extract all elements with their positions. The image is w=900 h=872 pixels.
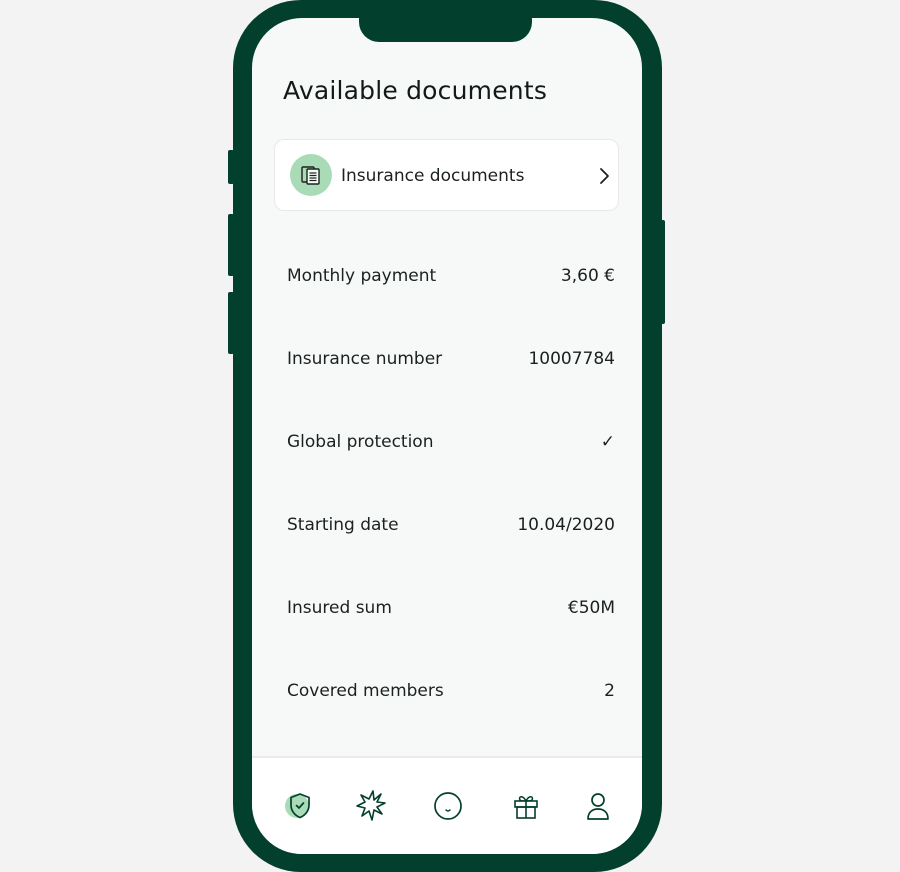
chevron-right-icon	[598, 166, 610, 190]
detail-row-insurance-number: Insurance number 10007784	[287, 317, 615, 400]
insurance-documents-label: Insurance documents	[341, 166, 525, 186]
gift-icon	[514, 796, 538, 819]
detail-row-monthly-payment: Monthly payment 3,60 €	[287, 234, 615, 317]
insurance-documents-button[interactable]: Insurance documents	[274, 139, 619, 211]
tab-policies[interactable]	[282, 788, 318, 824]
sparkle-icon	[356, 790, 386, 821]
detail-row-global-protection: Global protection ✓	[287, 400, 615, 483]
detail-value: €50M	[567, 598, 615, 618]
tab-profile[interactable]	[580, 788, 616, 824]
detail-label: Starting date	[287, 515, 399, 535]
detail-row-starting-date: Starting date 10.04/2020	[287, 483, 615, 566]
detail-row-insured-sum: Insured sum €50M	[287, 566, 615, 649]
detail-value: ✓	[600, 432, 615, 452]
policy-details-list: Monthly payment 3,60 € Insurance number …	[287, 234, 615, 732]
shield-check-icon	[285, 793, 310, 819]
detail-label: Monthly payment	[287, 266, 437, 286]
profile-icon	[587, 793, 609, 820]
tab-wellbeing[interactable]	[430, 788, 466, 824]
detail-label: Global protection	[287, 432, 434, 452]
detail-row-covered-members: Covered members 2	[287, 649, 615, 732]
tab-discover[interactable]	[353, 788, 389, 824]
page-title: Available documents	[283, 76, 548, 105]
bottom-tab-bar	[252, 756, 642, 854]
tab-rewards[interactable]	[508, 788, 544, 824]
detail-label: Insured sum	[287, 598, 392, 618]
detail-value: 3,60 €	[560, 266, 615, 286]
detail-value: 10007784	[528, 349, 615, 369]
documents-icon	[290, 154, 332, 196]
detail-label: Covered members	[287, 681, 444, 701]
detail-label: Insurance number	[287, 349, 443, 369]
smiley-icon	[434, 792, 462, 820]
detail-value: 10.04/2020	[517, 515, 615, 535]
app-screen: Available documents Insurance documents	[252, 18, 642, 854]
phone-notch	[359, 0, 532, 42]
phone-mockup: Available documents Insurance documents	[0, 0, 900, 872]
detail-value: 2	[604, 681, 615, 701]
